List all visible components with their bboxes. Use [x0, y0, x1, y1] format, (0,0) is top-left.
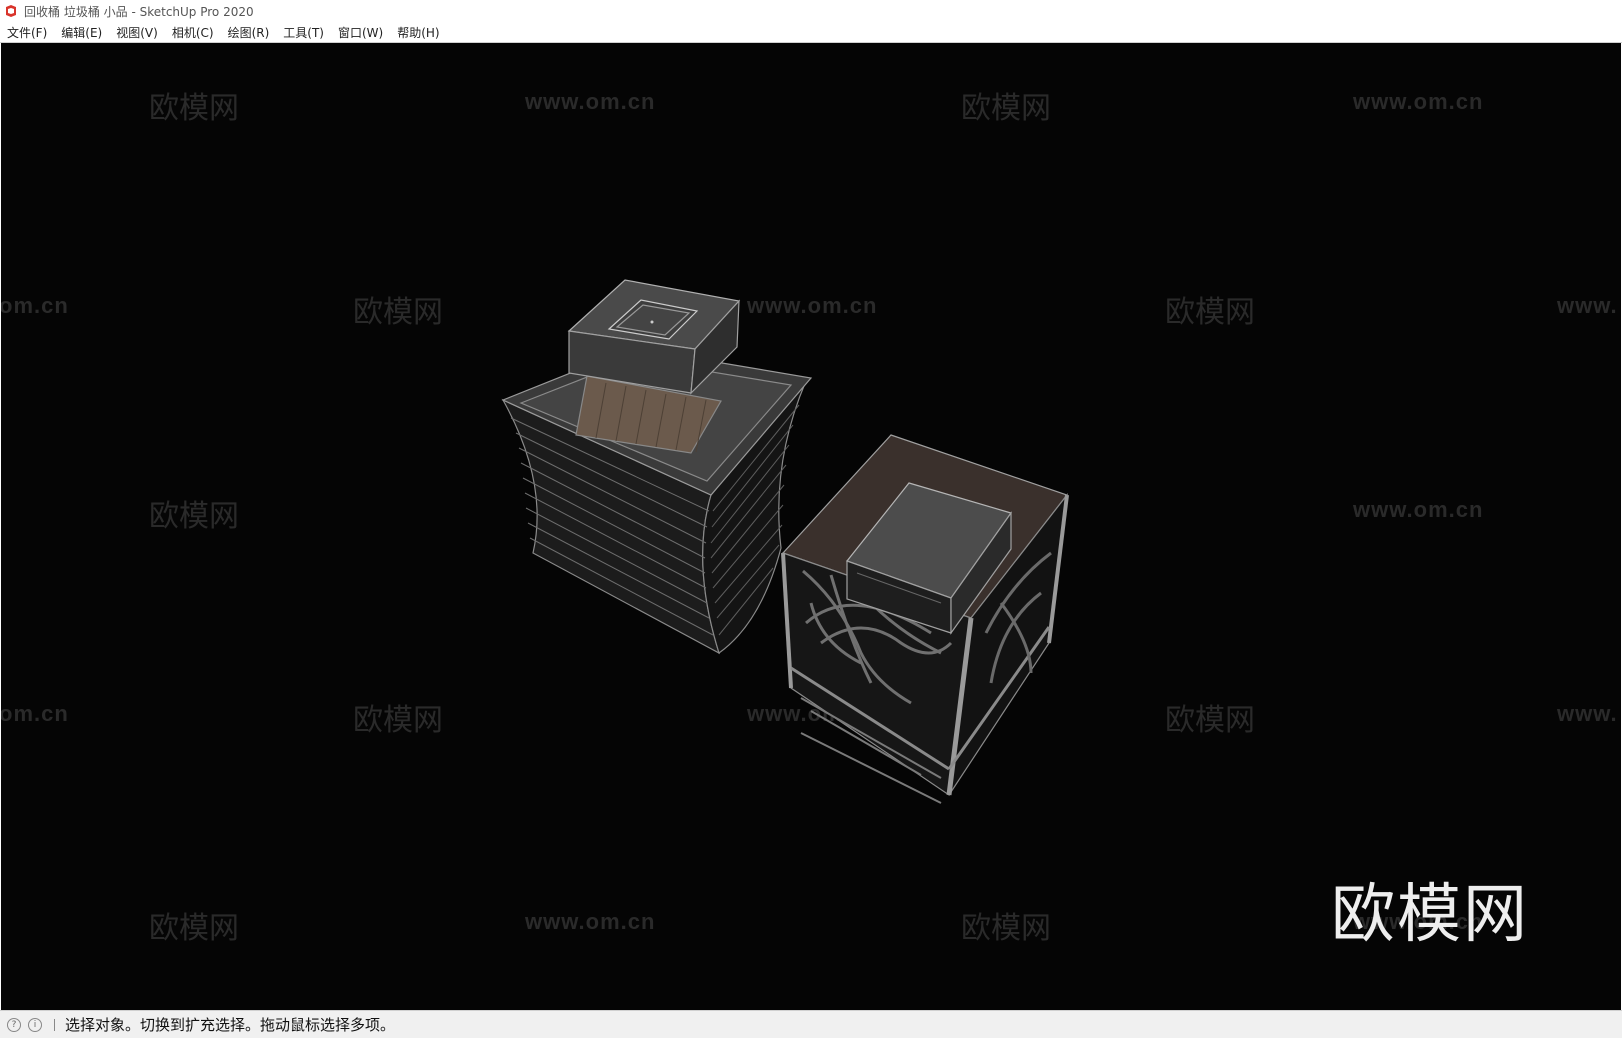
geolocation-icon[interactable]: ? [7, 1017, 21, 1032]
status-text: 选择对象。切换到扩充选择。拖动鼠标选择多项。 [65, 1016, 396, 1034]
menu-tools[interactable]: 工具(T) [276, 24, 331, 41]
menu-bar: 文件(F) 编辑(E) 视图(V) 相机(C) 绘图(R) 工具(T) 窗口(W… [0, 22, 1622, 43]
menu-window[interactable]: 窗口(W) [331, 24, 390, 41]
status-bar: ? i 选择对象。切换到扩充选择。拖动鼠标选择多项。 [0, 1010, 1622, 1038]
menu-file[interactable]: 文件(F) [0, 24, 54, 41]
menu-view[interactable]: 视图(V) [109, 24, 165, 41]
sketchup-logo-icon [6, 5, 16, 17]
modeling-viewport[interactable]: 欧模网 www.om.cn 欧模网 www.om.cn om.cn 欧模网 ww… [1, 43, 1621, 1010]
trash-bin-right-model[interactable] [781, 434, 1069, 804]
menu-camera[interactable]: 相机(C) [165, 24, 221, 41]
menu-draw[interactable]: 绘图(R) [221, 24, 277, 41]
window-title: 回收桶 垃圾桶 小品 - SketchUp Pro 2020 [24, 4, 254, 19]
trash-bin-left-model[interactable] [501, 279, 813, 655]
menu-help[interactable]: 帮助(H) [390, 24, 446, 41]
watermark-logo: 欧模网 [1331, 878, 1529, 952]
title-bar: 回收桶 垃圾桶 小品 - SketchUp Pro 2020 [0, 0, 1622, 22]
info-icon[interactable]: i [28, 1017, 42, 1032]
menu-edit[interactable]: 编辑(E) [54, 24, 109, 41]
status-separator [54, 1018, 55, 1031]
